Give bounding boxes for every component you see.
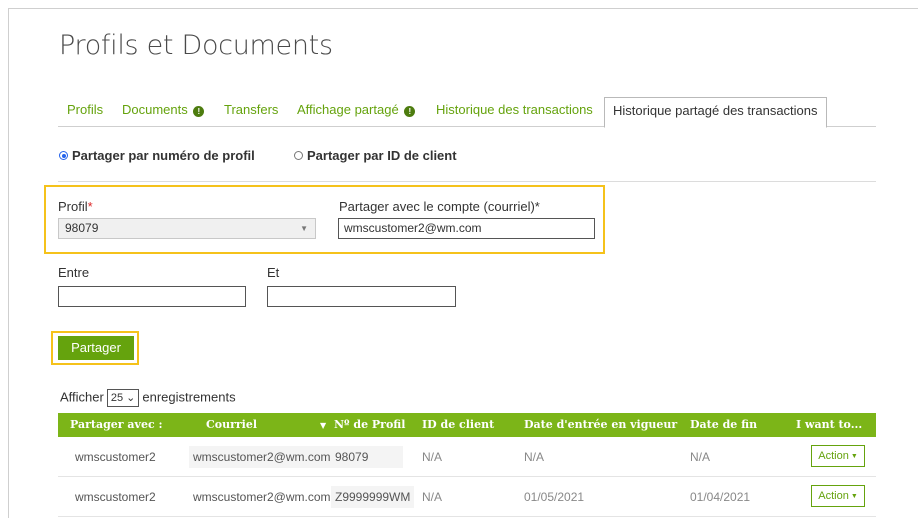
tab-documents[interactable]: Documents ! xyxy=(122,97,205,127)
cell-share-with: wmscustomer2 xyxy=(75,450,156,464)
and-date-input[interactable] xyxy=(267,286,456,307)
profile-label: Profil* xyxy=(58,199,93,214)
sort-desc-icon[interactable]: ▼ xyxy=(320,413,326,437)
alert-badge-icon: ! xyxy=(193,106,205,117)
cell-share-with: wmscustomer2 xyxy=(75,490,156,504)
share-button[interactable]: Partager xyxy=(58,336,134,360)
cell-client-id: N/A xyxy=(422,490,443,504)
cell-email: wmscustomer2@wm.com xyxy=(193,490,331,504)
chevron-down-icon: ⌄ xyxy=(126,392,136,404)
tab-affichage-partage[interactable]: Affichage partagé ! xyxy=(297,97,416,127)
tab-historique-partage[interactable]: Historique partagé des transactions xyxy=(604,97,827,128)
col-client-id[interactable]: ID de client xyxy=(422,413,494,437)
tab-bar: Profils Documents ! Transfers Affichage … xyxy=(58,97,876,128)
share-with-email-input[interactable]: wmscustomer2@wm.com xyxy=(338,218,595,239)
col-end-date[interactable]: Date de fin xyxy=(690,413,757,437)
tab-historique-transactions[interactable]: Historique des transactions xyxy=(436,97,593,127)
action-dropdown-button[interactable]: Action ▼ xyxy=(811,445,865,467)
tab-profils[interactable]: Profils xyxy=(67,97,103,127)
cell-client-id: N/A xyxy=(422,450,443,464)
col-share-with[interactable]: Partager avec : xyxy=(70,413,163,437)
col-profile-no[interactable]: Nº de Profil xyxy=(334,413,405,437)
page-title: Profils et Documents xyxy=(59,30,333,61)
radio-checked-icon xyxy=(59,151,68,160)
radio-share-by-profile[interactable]: Partager par numéro de profil xyxy=(59,148,255,163)
page-size-select[interactable]: 25 ⌄ xyxy=(106,389,140,407)
cell-start-date: N/A xyxy=(524,450,545,464)
between-date-input[interactable] xyxy=(58,286,246,307)
alert-badge-icon: ! xyxy=(404,106,416,117)
chevron-down-icon: ▼ xyxy=(300,224,308,233)
profile-select[interactable]: 98079 ▼ xyxy=(58,218,316,239)
caret-down-icon: ▼ xyxy=(850,453,858,460)
divider xyxy=(58,181,876,182)
cell-end-date: N/A xyxy=(690,450,711,464)
cell-email: wmscustomer2@wm.com xyxy=(189,446,335,468)
cell-profile-no: 98079 xyxy=(331,446,403,468)
radio-unchecked-icon xyxy=(294,151,303,160)
table-header: Partager avec : Courriel ▼ Nº de Profil … xyxy=(58,413,876,437)
between-label: Entre xyxy=(58,265,90,280)
table-row: wmscustomer2 wmscustomer2@wm.com 98079 N… xyxy=(58,437,876,477)
page-size-control: Afficher 25 ⌄ enregistrements xyxy=(60,389,236,407)
col-start-date[interactable]: Date d'entrée en vigueur xyxy=(524,413,677,437)
share-with-label: Partager avec le compte (courriel)* xyxy=(339,199,540,214)
col-email[interactable]: Courriel xyxy=(206,413,257,437)
radio-share-by-client[interactable]: Partager par ID de client xyxy=(294,148,457,163)
col-actions: I want to... xyxy=(796,418,863,431)
cell-start-date: 01/05/2021 xyxy=(524,490,585,504)
action-dropdown-button[interactable]: Action ▼ xyxy=(811,485,865,507)
cell-profile-no: Z9999999WM xyxy=(331,486,415,508)
tab-transfers[interactable]: Transfers xyxy=(224,97,278,127)
table-row: wmscustomer2 wmscustomer2@wm.com Z999999… xyxy=(58,477,876,517)
cell-end-date: 01/04/2021 xyxy=(690,490,751,504)
caret-down-icon: ▼ xyxy=(850,493,858,500)
and-label: Et xyxy=(267,265,280,280)
